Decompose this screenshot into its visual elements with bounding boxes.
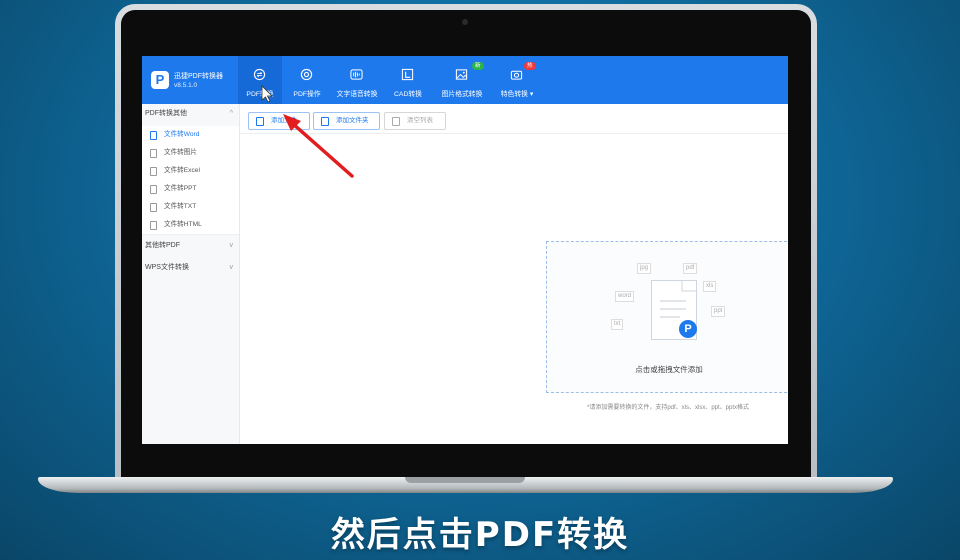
- laptop-notch: [405, 477, 525, 483]
- cursor-icon: [261, 85, 273, 103]
- video-caption: 然后点击PDF转换: [330, 515, 630, 555]
- red-arrow-icon: [283, 114, 354, 178]
- annotation-overlay: [261, 85, 354, 178]
